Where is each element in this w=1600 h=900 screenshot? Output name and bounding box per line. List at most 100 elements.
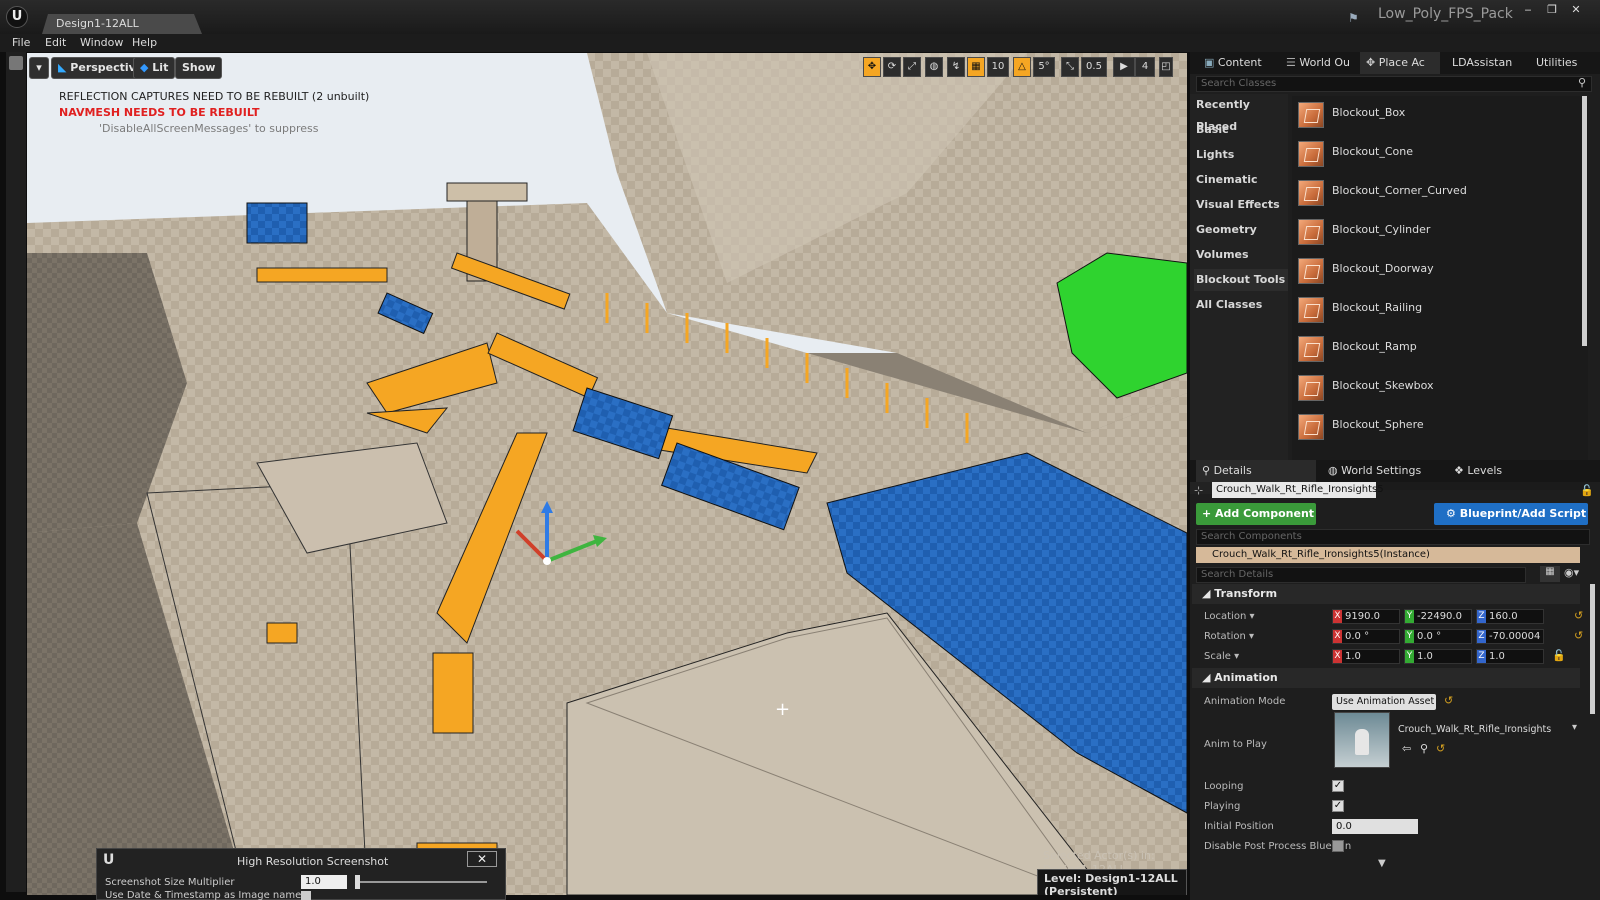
multiplier-slider[interactable]: [355, 881, 487, 883]
tab-world-outliner[interactable]: ☰ World Ou: [1280, 52, 1364, 74]
chevron-down-icon[interactable]: ▾: [1572, 722, 1577, 733]
browse-icon[interactable]: ⚲: [1420, 742, 1428, 755]
tab-details[interactable]: ⚲ Details: [1196, 460, 1316, 482]
initial-position-input[interactable]: 0.0: [1332, 819, 1418, 834]
reset-rotation-icon[interactable]: ↺: [1574, 629, 1583, 642]
list-item[interactable]: Blockout_Sphere: [1292, 408, 1582, 444]
category-recently-placed[interactable]: Recently Placed: [1194, 94, 1288, 133]
grid-snap-icon[interactable]: ▦: [967, 57, 985, 77]
reset-anim-icon[interactable]: ↺: [1436, 742, 1445, 755]
category-basic[interactable]: Basic: [1194, 119, 1288, 141]
camera-speed-value[interactable]: 4: [1135, 57, 1155, 77]
add-component-button[interactable]: + Add Component ▾: [1196, 503, 1316, 542]
location-label[interactable]: Location ▾: [1204, 611, 1255, 622]
tab-world-settings[interactable]: ◍ World Settings: [1322, 460, 1442, 482]
show-button[interactable]: Show: [175, 57, 223, 79]
tab-place-actors[interactable]: ✥ Place Ac: [1360, 52, 1440, 74]
disable-pp-checkbox[interactable]: [1332, 840, 1344, 852]
rotation-x-field[interactable]: X 0.0 °: [1332, 629, 1400, 644]
pin-icon[interactable]: ⊹: [1194, 484, 1203, 497]
menu-edit[interactable]: Edit: [45, 36, 66, 49]
menu-window[interactable]: Window: [80, 36, 123, 49]
location-x-field[interactable]: X 9190.0: [1332, 609, 1400, 624]
level-viewport[interactable]: + ▾ ◣ Perspective ◆ Lit Show REFLECTION …: [27, 53, 1187, 895]
looping-checkbox[interactable]: ✓: [1332, 780, 1344, 792]
rotation-snap-icon[interactable]: △: [1013, 57, 1031, 77]
multiplier-input[interactable]: 1.0: [301, 875, 347, 889]
animation-section-header[interactable]: ◢ Animation: [1192, 668, 1580, 688]
minimize-button[interactable]: ‒: [1517, 3, 1539, 17]
multiplier-slider-handle[interactable]: [355, 875, 360, 889]
maximize-button[interactable]: ❐: [1541, 3, 1563, 17]
scale-snap-icon[interactable]: ⤡: [1061, 57, 1079, 77]
mode-icon[interactable]: [9, 56, 23, 70]
category-lights[interactable]: Lights: [1194, 144, 1288, 166]
tab-levels[interactable]: ❖ Levels: [1448, 460, 1558, 482]
scale-z-field[interactable]: Z 1.0: [1476, 649, 1544, 664]
location-z-field[interactable]: Z 160.0: [1476, 609, 1544, 624]
eye-icon[interactable]: ◉▾: [1564, 566, 1579, 579]
close-window-button[interactable]: ✕: [1565, 3, 1587, 17]
move-icon[interactable]: ✥: [863, 57, 881, 77]
rotation-label[interactable]: Rotation ▾: [1204, 631, 1254, 642]
category-visual-effects[interactable]: Visual Effects: [1194, 194, 1288, 216]
timestamp-checkbox[interactable]: [301, 891, 311, 900]
document-tab[interactable]: Design1-12ALL: [42, 14, 202, 34]
component-instance-row[interactable]: Crouch_Walk_Rt_Rifle_Ironsights5(Instanc…: [1196, 547, 1580, 563]
unreal-logo-icon[interactable]: U: [6, 6, 28, 28]
world-local-icon[interactable]: ◍: [925, 57, 943, 77]
category-blockout-tools[interactable]: Blockout Tools: [1194, 269, 1288, 291]
close-icon[interactable]: ✕: [467, 851, 497, 867]
maximize-viewport-icon[interactable]: ◰: [1159, 57, 1173, 77]
viewport-options-button[interactable]: ▾: [29, 57, 49, 79]
expand-advanced-icon[interactable]: ▼: [1378, 858, 1386, 869]
use-selected-icon[interactable]: ⇦: [1402, 742, 1411, 755]
tab-ldassistant[interactable]: LDAssistan: [1446, 52, 1526, 74]
list-item[interactable]: Blockout_Doorway: [1292, 252, 1582, 288]
list-item[interactable]: Blockout_Railing: [1292, 291, 1582, 327]
scale-label[interactable]: Scale ▾: [1204, 651, 1239, 662]
search-details-input[interactable]: Search Details: [1196, 567, 1526, 583]
rotate-icon[interactable]: ⟳: [883, 57, 901, 77]
category-geometry[interactable]: Geometry: [1194, 219, 1288, 241]
details-scrollbar[interactable]: [1590, 584, 1595, 714]
list-item[interactable]: Blockout_Ramp: [1292, 330, 1582, 366]
category-volumes[interactable]: Volumes: [1194, 244, 1288, 266]
search-components-input[interactable]: Search Components: [1196, 529, 1590, 545]
lock-scale-icon[interactable]: 🔓: [1552, 649, 1566, 662]
camera-speed-icon[interactable]: ▶: [1113, 57, 1135, 77]
tab-utilities[interactable]: Utilities: [1530, 52, 1600, 74]
list-item[interactable]: Blockout_Skewbox: [1292, 369, 1582, 405]
class-list-scrollbar[interactable]: [1582, 96, 1587, 346]
playing-checkbox[interactable]: ✓: [1332, 800, 1344, 812]
scale-x-field[interactable]: X 1.0: [1332, 649, 1400, 664]
grid-snap-value[interactable]: 10: [987, 57, 1009, 77]
surface-snap-icon[interactable]: ↯: [947, 57, 965, 77]
actor-name-field[interactable]: Crouch_Walk_Rt_Rifle_Ironsights5: [1212, 482, 1384, 498]
anim-asset-dropdown[interactable]: Crouch_Walk_Rt_Rifle_Ironsights: [1396, 722, 1586, 738]
reset-animation-mode-icon[interactable]: ↺: [1444, 694, 1453, 707]
category-cinematic[interactable]: Cinematic: [1194, 169, 1288, 191]
list-item[interactable]: Blockout_Cone: [1292, 135, 1582, 171]
lit-button[interactable]: ◆ Lit: [133, 57, 176, 79]
scale-icon[interactable]: ⤢: [903, 57, 921, 77]
reset-location-icon[interactable]: ↺: [1574, 609, 1583, 622]
category-all-classes[interactable]: All Classes: [1194, 294, 1288, 316]
rotation-z-field[interactable]: Z -70.00004: [1476, 629, 1544, 644]
list-item[interactable]: Blockout_Corner_Curved: [1292, 174, 1582, 210]
tab-content[interactable]: ▣ Content: [1198, 52, 1278, 74]
animation-mode-dropdown[interactable]: Use Animation Asset ▾: [1332, 694, 1436, 723]
grid-view-icon[interactable]: ▦: [1540, 566, 1560, 582]
lock-icon[interactable]: 🔓: [1580, 484, 1594, 497]
menu-file[interactable]: File: [12, 36, 30, 49]
anim-thumbnail[interactable]: [1334, 712, 1390, 768]
list-item[interactable]: Blockout_Cylinder: [1292, 213, 1582, 249]
rotation-y-field[interactable]: Y 0.0 °: [1404, 629, 1472, 644]
rotation-snap-value[interactable]: 5°: [1033, 57, 1055, 77]
scene-render[interactable]: +: [27, 53, 1187, 895]
search-classes-input[interactable]: Search Classes: [1196, 76, 1592, 92]
menu-help[interactable]: Help: [132, 36, 157, 49]
scale-snap-value[interactable]: 0.5: [1081, 57, 1107, 77]
location-y-field[interactable]: Y -22490.0: [1404, 609, 1472, 624]
scale-y-field[interactable]: Y 1.0: [1404, 649, 1472, 664]
